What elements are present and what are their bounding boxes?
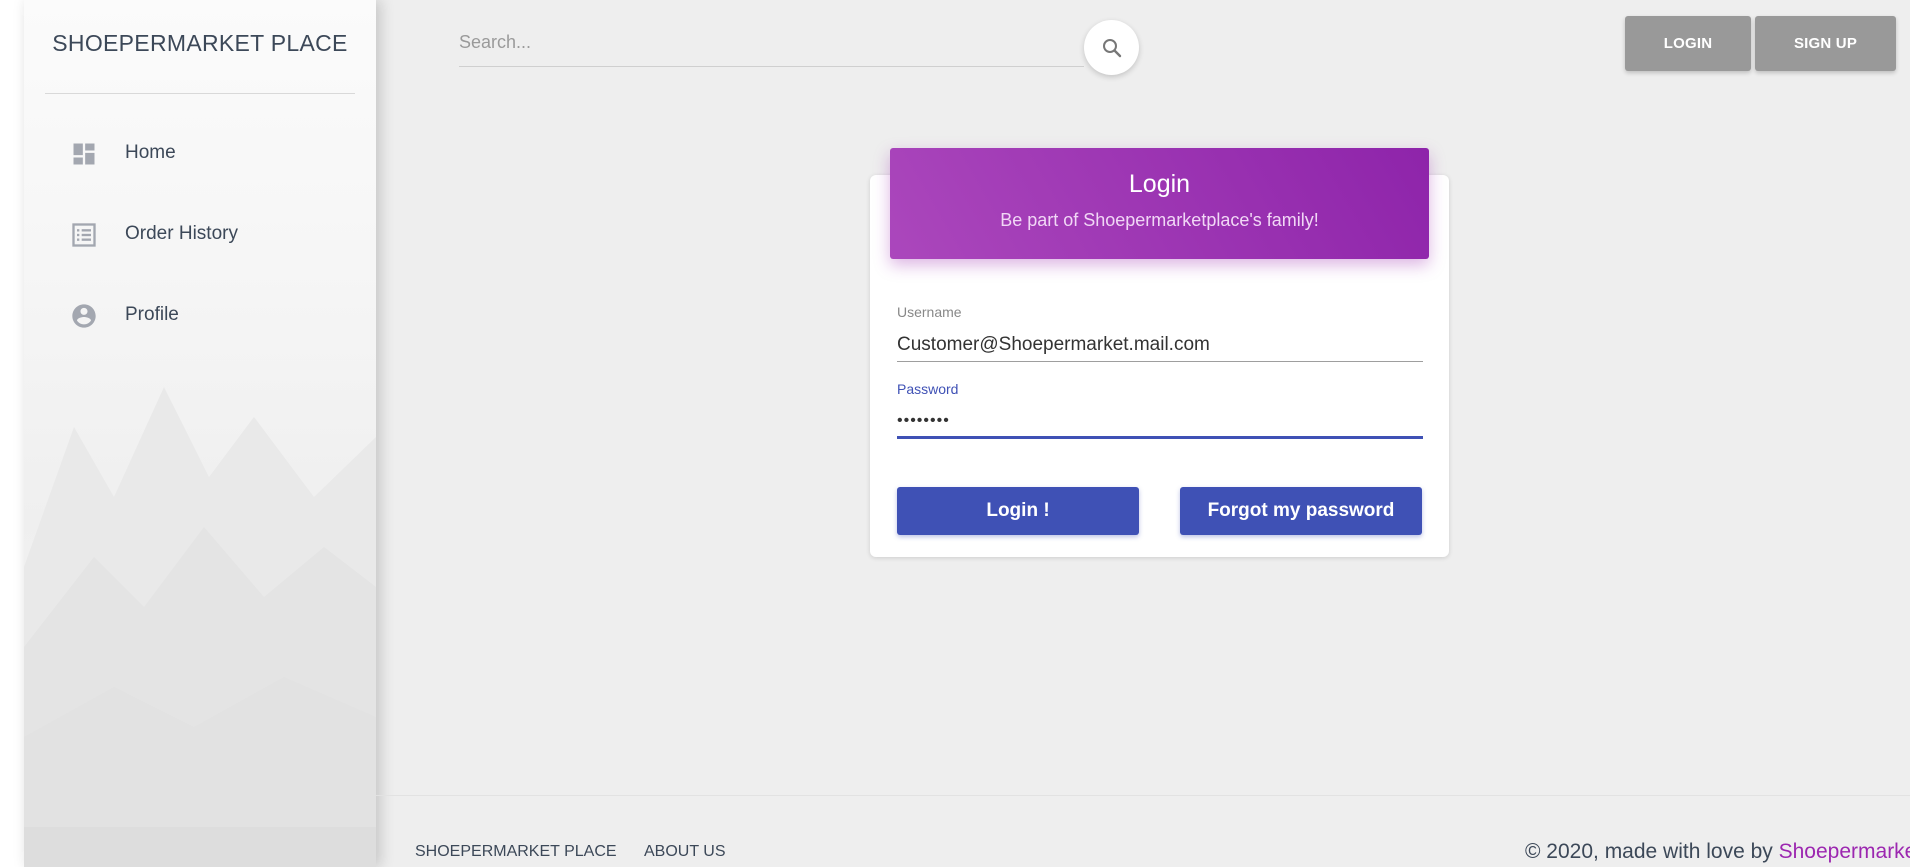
sidebar-item-label: Order History — [125, 223, 238, 244]
sidebar-item-label: Profile — [125, 304, 179, 325]
password-label: Password — [897, 381, 959, 397]
search-button[interactable] — [1084, 20, 1139, 75]
copyright-text: © 2020, made with love by — [1525, 840, 1779, 863]
username-input[interactable] — [897, 328, 1423, 362]
copyright-brand-link[interactable]: Shoepermarke — [1779, 840, 1910, 863]
sidebar-background-mountains — [24, 387, 376, 867]
username-field: Username — [897, 304, 1423, 362]
sidebar-brand[interactable]: SHOEPERMARKET PLACE — [24, 30, 376, 57]
account-circle-icon — [72, 304, 96, 328]
sidebar-item-profile[interactable]: Profile — [24, 288, 376, 344]
login-subtitle: Be part of Shoepermarketplace's family! — [1000, 210, 1319, 230]
search-field — [459, 20, 1084, 67]
login-nav-button[interactable]: LOGIN — [1625, 16, 1751, 71]
search-input[interactable] — [459, 20, 1084, 64]
sidebar-item-home[interactable]: Home — [24, 126, 376, 182]
username-label: Username — [897, 304, 962, 320]
footer-copyright: © 2020, made with love by Shoepermarke — [1525, 840, 1910, 864]
sidebar-divider — [45, 93, 355, 94]
sidebar-item-order-history[interactable]: Order History — [24, 207, 376, 263]
forgot-password-button[interactable]: Forgot my password — [1180, 487, 1422, 535]
login-card-header: Login Be part of Shoepermarketplace's fa… — [890, 148, 1429, 259]
dashboard-icon — [73, 143, 95, 165]
list-icon — [72, 223, 96, 247]
footer-divider — [376, 795, 1910, 796]
login-title: Login — [1128, 170, 1191, 198]
left-edge-strip — [0, 0, 24, 867]
password-field: Password — [897, 381, 1423, 439]
footer-link-about-us[interactable]: ABOUT US — [644, 843, 726, 861]
sidebar: SHOEPERMARKET PLACE Home Order History P… — [24, 0, 376, 867]
search-icon — [1102, 38, 1121, 57]
signup-nav-button[interactable]: SIGN UP — [1755, 16, 1896, 71]
login-submit-button[interactable]: Login ! — [897, 487, 1139, 535]
password-input[interactable] — [897, 405, 1423, 439]
footer-link-shoepermarket-place[interactable]: SHOEPERMARKET PLACE — [415, 843, 617, 861]
app-root: SHOEPERMARKET PLACE Home Order History P… — [0, 0, 1910, 867]
sidebar-item-label: Home — [125, 142, 176, 163]
